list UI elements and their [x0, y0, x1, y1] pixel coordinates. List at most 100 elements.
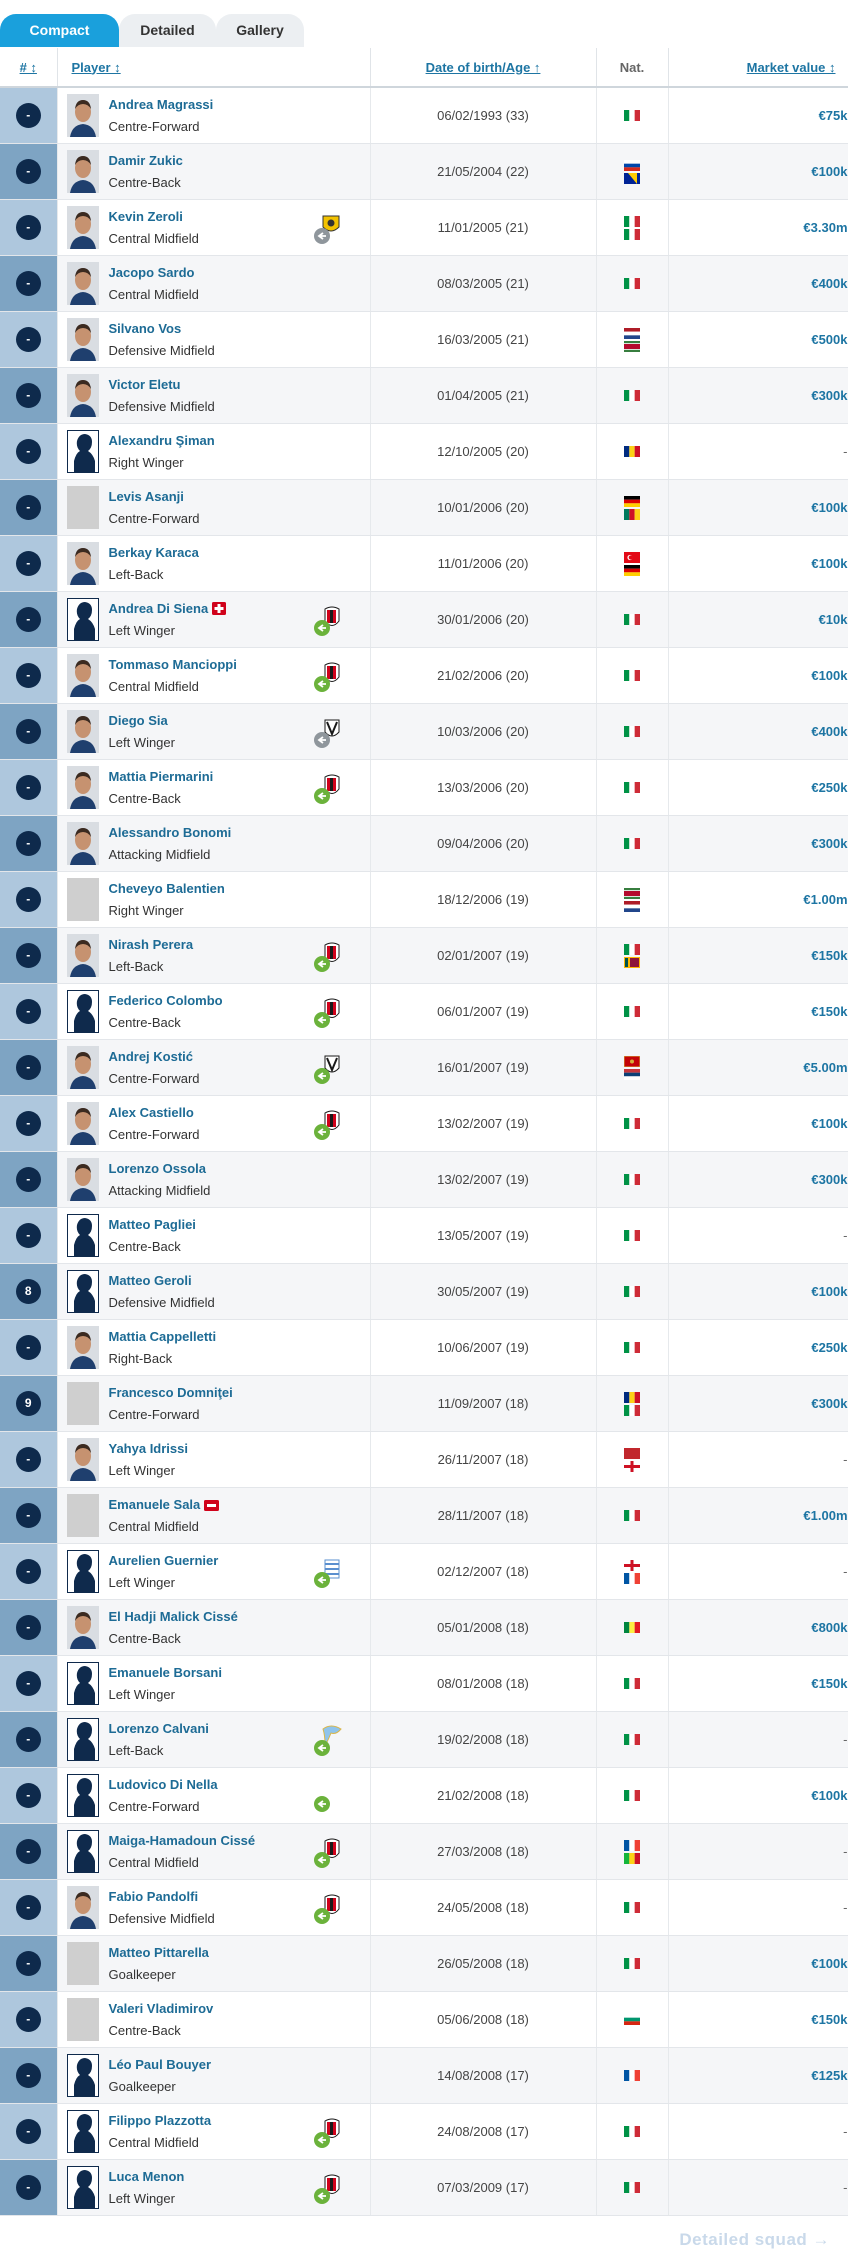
flag-it-icon[interactable] — [624, 1958, 640, 1969]
flag-it-icon[interactable] — [624, 1734, 640, 1745]
player-name-link[interactable]: Mattia Piermarini — [109, 769, 214, 784]
player-name-link[interactable]: Alexandru Şiman — [109, 433, 215, 448]
flag-rs-icon[interactable] — [624, 1068, 640, 1080]
player-photo[interactable] — [66, 1606, 99, 1649]
player-photo[interactable] — [66, 206, 99, 249]
player-name-link[interactable]: Andrea Magrassi — [109, 97, 214, 112]
market-value-link[interactable]: €400k — [668, 255, 848, 312]
player-photo[interactable] — [66, 430, 99, 473]
player-name-link[interactable]: Victor Eletu — [109, 377, 181, 392]
player-name-link[interactable]: Tommaso Mancioppi — [109, 657, 237, 672]
player-name-link[interactable]: Lorenzo Ossola — [109, 1161, 207, 1176]
player-name-link[interactable]: Léo Paul Bouyer — [109, 2057, 212, 2072]
flag-it-icon[interactable] — [624, 278, 640, 289]
flag-cm-icon[interactable] — [624, 508, 640, 520]
player-name-link[interactable]: El Hadji Malick Cissé — [109, 1609, 238, 1624]
loan-club-crest-icon[interactable] — [313, 1837, 341, 1869]
player-photo[interactable] — [66, 1830, 99, 1873]
market-value-link[interactable]: €100k — [668, 479, 848, 536]
loan-club-crest-icon[interactable] — [313, 605, 341, 637]
player-name-link[interactable]: Jacopo Sardo — [109, 265, 195, 280]
player-name-link[interactable]: Matteo Pagliei — [109, 1217, 196, 1232]
sort-value-link[interactable]: Market value ↕ — [747, 60, 836, 75]
flag-ml-icon[interactable] — [624, 1852, 640, 1864]
tab-compact[interactable]: Compact — [0, 14, 119, 47]
player-photo[interactable] — [66, 94, 99, 137]
player-photo[interactable] — [66, 1214, 99, 1257]
flag-nl-icon[interactable] — [624, 327, 640, 339]
flag-en-icon[interactable] — [624, 1559, 640, 1571]
player-name-link[interactable]: Filippo Plazzotta — [109, 2113, 212, 2128]
flag-it-icon[interactable] — [624, 110, 640, 121]
player-photo[interactable] — [66, 1158, 99, 1201]
player-name-link[interactable]: Ludovico Di Nella — [109, 1777, 218, 1792]
flag-it-icon[interactable] — [624, 1790, 640, 1801]
flag-it-icon[interactable] — [624, 1678, 640, 1689]
market-value-link[interactable]: €100k — [668, 1095, 848, 1152]
player-name-link[interactable]: Maiga-Hamadoun Cissé — [109, 1833, 256, 1848]
market-value-link[interactable]: €5.00m — [668, 1039, 848, 1096]
flag-me-icon[interactable] — [624, 1055, 640, 1067]
loan-club-crest-icon[interactable] — [313, 941, 341, 973]
player-name-link[interactable]: Francesco Domniţei — [109, 1385, 233, 1400]
market-value-link[interactable]: €800k — [668, 1599, 848, 1656]
player-name-link[interactable]: Lorenzo Calvani — [109, 1721, 209, 1736]
loan-club-crest-icon[interactable] — [313, 661, 341, 693]
player-photo[interactable] — [66, 262, 99, 305]
loan-club-crest-icon[interactable] — [313, 773, 341, 805]
player-photo[interactable] — [66, 1270, 99, 1313]
player-photo[interactable] — [66, 374, 99, 417]
detailed-squad-link[interactable]: Detailed squad → — [679, 2230, 830, 2250]
market-value-link[interactable]: €150k — [668, 927, 848, 984]
player-name-link[interactable]: Kevin Zeroli — [109, 209, 183, 224]
market-value-link[interactable]: €150k — [668, 1991, 848, 2048]
loan-club-crest-icon[interactable] — [313, 213, 341, 245]
market-value-link[interactable]: €100k — [668, 535, 848, 592]
flag-it-icon[interactable] — [624, 2182, 640, 2193]
player-photo[interactable] — [66, 1662, 99, 1705]
player-photo[interactable] — [66, 1774, 99, 1817]
player-photo[interactable] — [66, 822, 99, 865]
player-name-link[interactable]: Matteo Geroli — [109, 1273, 192, 1288]
flag-ma-icon[interactable] — [624, 1447, 640, 1459]
market-value-link[interactable]: €10k — [668, 591, 848, 648]
market-value-link[interactable]: €3.30m — [668, 199, 848, 256]
tab-gallery[interactable]: Gallery — [216, 14, 304, 47]
flag-tr-icon[interactable] — [624, 551, 640, 563]
player-name-link[interactable]: Emanuele Sala — [109, 1497, 220, 1514]
player-photo[interactable] — [66, 710, 99, 753]
market-value-link[interactable]: €250k — [668, 759, 848, 816]
flag-it-icon[interactable] — [624, 1174, 640, 1185]
loan-club-crest-icon[interactable] — [313, 2117, 341, 2149]
flag-it-icon[interactable] — [624, 1118, 640, 1129]
player-name-link[interactable]: Damir Zukic — [109, 153, 183, 168]
flag-it-icon[interactable] — [624, 1902, 640, 1913]
player-photo[interactable] — [66, 2110, 99, 2153]
market-value-link[interactable]: €1.00m — [668, 1487, 848, 1544]
player-name-link[interactable]: Yahya Idrissi — [109, 1441, 189, 1456]
player-photo[interactable] — [66, 878, 99, 921]
player-photo[interactable] — [66, 1382, 99, 1425]
player-photo[interactable] — [66, 2054, 99, 2097]
flag-en-icon[interactable] — [624, 1460, 640, 1472]
flag-it-icon[interactable] — [624, 1342, 640, 1353]
loan-club-crest-icon[interactable] — [313, 2173, 341, 2205]
flag-de-icon[interactable] — [624, 495, 640, 507]
flag-de-icon[interactable] — [624, 564, 640, 576]
player-name-link[interactable]: Emanuele Borsani — [109, 1665, 222, 1680]
player-photo[interactable] — [66, 1550, 99, 1593]
flag-it-icon[interactable] — [624, 943, 640, 955]
flag-lk-icon[interactable] — [624, 956, 640, 968]
market-value-link[interactable]: €400k — [668, 703, 848, 760]
flag-it-icon[interactable] — [624, 726, 640, 737]
player-name-link[interactable]: Mattia Cappelletti — [109, 1329, 217, 1344]
player-name-link[interactable]: Aurelien Guernier — [109, 1553, 219, 1568]
player-name-link[interactable]: Valeri Vladimirov — [109, 2001, 214, 2016]
market-value-link[interactable]: €300k — [668, 1151, 848, 1208]
flag-it-icon[interactable] — [624, 1510, 640, 1521]
loan-club-crest-icon[interactable] — [313, 1053, 341, 1085]
player-photo[interactable] — [66, 1494, 99, 1537]
flag-fr-icon[interactable] — [624, 1572, 640, 1584]
market-value-link[interactable]: €250k — [668, 1319, 848, 1376]
flag-it-icon[interactable] — [624, 614, 640, 625]
